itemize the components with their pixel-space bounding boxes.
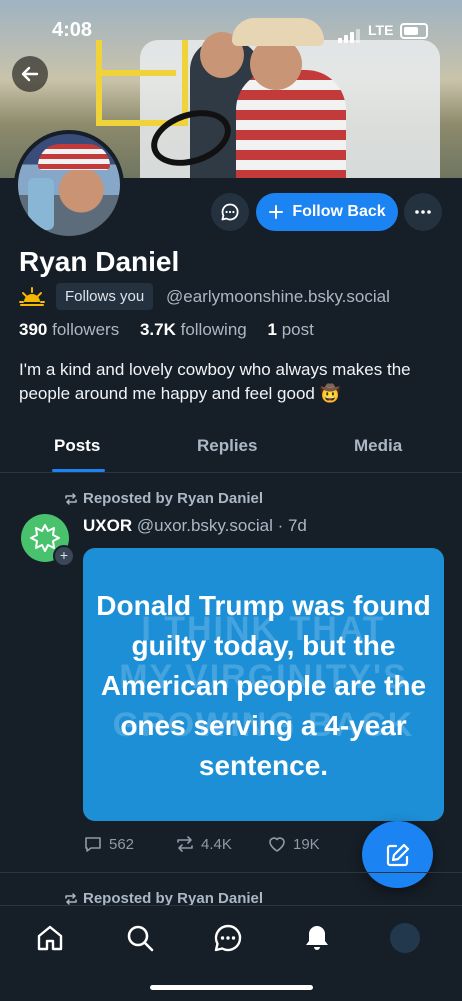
reply-icon [85,837,101,852]
avatar-flag-hat [38,144,110,170]
network-label: LTE [368,22,394,38]
message-button[interactable] [211,193,249,231]
profile-avatar-ring [14,130,124,240]
follow-author-plus-icon[interactable]: + [53,545,75,567]
status-time: 4:08 [52,19,93,41]
more-options-button[interactable] [404,193,442,231]
profile-avatar[interactable] [18,134,120,236]
tab-replies[interactable]: Replies [197,436,257,456]
nav-search[interactable] [124,922,156,954]
nav-home[interactable] [34,922,66,954]
status-bar: 4:08 LTE [0,0,462,60]
profile-stats: 390 followers 3.7K following 1 post [19,320,330,340]
messages-icon [214,924,242,952]
repost-button[interactable]: 4.4K [175,834,232,854]
like-button[interactable]: 19K [267,834,320,854]
repost-icon [177,836,193,852]
profile-handle: @earlymoonshine.bsky.social [166,287,390,306]
avatar-bottle [28,178,54,230]
more-dots-icon [415,210,431,214]
repost-icon [65,892,77,905]
post-image[interactable]: I THINK THAT MY VIRGINITY'S GROWING BACK… [83,548,444,821]
home-indicator [150,985,313,990]
post-divider [0,872,462,873]
tab-media[interactable]: Media [354,436,402,456]
compose-icon [386,843,409,866]
repost-icon [65,492,77,505]
nav-messages[interactable] [212,922,244,954]
follow-back-button[interactable]: Follow Back [256,193,398,231]
post-author-name: UXOR [83,516,133,535]
post-age: · 7d [277,516,307,535]
nav-profile-avatar[interactable] [390,923,420,953]
signal-icon [338,25,362,43]
post-author[interactable]: UXOR @uxor.bsky.social · 7d [83,516,307,536]
follow-back-label: Follow Back [292,203,386,220]
nav-notifications[interactable] [301,922,333,954]
battery-icon [400,23,428,39]
profile-bio: I'm a kind and lovely cowboy who always … [19,360,411,403]
banner-yellow-fence-rail [96,70,176,76]
follows-you-badge: Follows you [56,283,154,310]
banner-person-flag-shirt [236,70,346,178]
tab-posts[interactable]: Posts [54,436,100,456]
home-icon [37,925,63,951]
back-button[interactable] [12,56,48,92]
chat-bubble-icon [221,203,239,221]
followers-stat[interactable]: 390 followers [19,320,127,339]
bell-icon [306,926,328,950]
plus-icon [269,205,284,219]
posts-stat: 1 post [267,320,314,339]
back-arrow-icon [21,66,39,82]
profile-name: Ryan Daniel [19,246,180,277]
following-stat[interactable]: 3.7K following [140,320,255,339]
active-tab-indicator [52,469,105,472]
like-icon [269,837,285,852]
reply-button[interactable]: 562 [83,834,134,854]
profile-tabs: Posts Replies Media [0,422,462,473]
post-author-handle: @uxor.bsky.social [136,516,273,535]
image-quote-text: Donald Trump was found guilty today, but… [96,590,431,781]
sun-icon [19,285,45,312]
compose-button[interactable] [362,821,433,888]
search-icon [127,925,154,952]
repost-label: Reposted by Ryan Daniel [64,490,263,507]
